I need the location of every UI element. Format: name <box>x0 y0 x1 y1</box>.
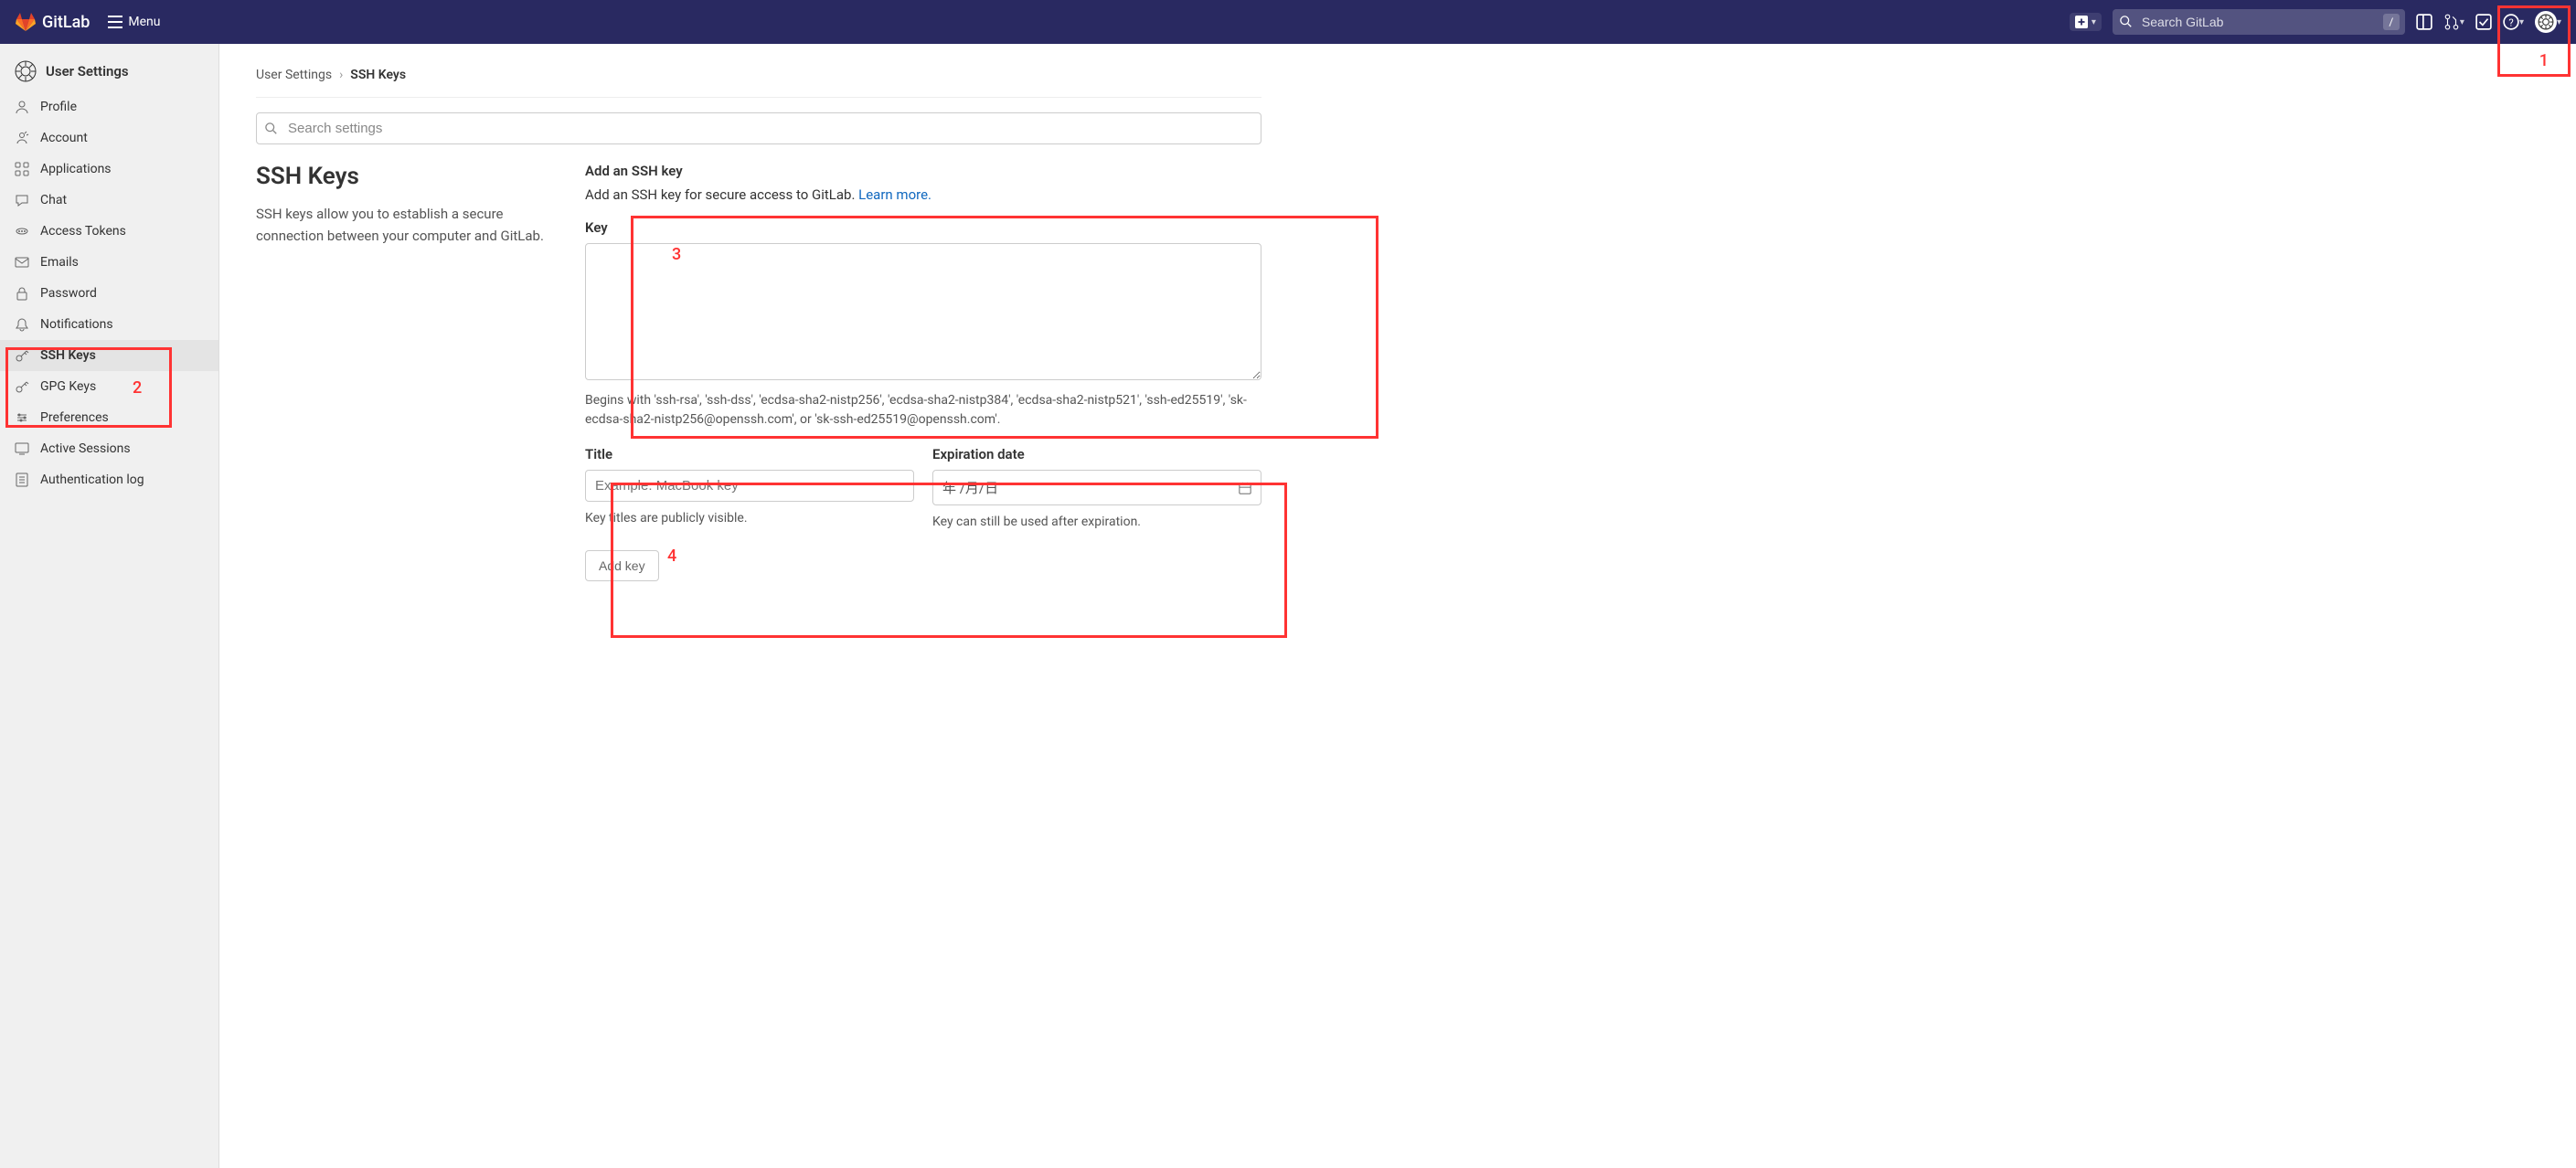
chevron-down-icon: ▾ <box>2519 17 2524 27</box>
key-textarea[interactable] <box>585 243 1261 380</box>
hamburger-icon <box>108 16 122 28</box>
sidebar-item-authentication-log[interactable]: Authentication log <box>0 464 218 495</box>
search-shortcut-badge: / <box>2383 14 2400 30</box>
title-field-label: Title <box>585 446 914 462</box>
key-icon <box>15 379 29 394</box>
sidebar-item-label: Chat <box>40 193 67 207</box>
sidebar-item-label: Authentication log <box>40 473 144 487</box>
breadcrumb-parent[interactable]: User Settings <box>256 68 332 82</box>
account-icon <box>15 131 29 145</box>
breadcrumb-current: SSH Keys <box>350 68 406 82</box>
create-new-dropdown[interactable]: ▾ <box>2070 13 2102 31</box>
apps-icon <box>15 162 29 176</box>
avatar <box>2535 11 2557 33</box>
top-header: GitLab Menu ▾ / ▾ ?▾ ▾ <box>0 0 2576 44</box>
sidebar: User Settings Profile Account Applications… <box>0 44 219 1168</box>
bell-icon <box>15 317 29 332</box>
help-icon[interactable]: ?▾ <box>2503 14 2524 30</box>
chat-icon <box>15 193 29 207</box>
sidebar-item-profile[interactable]: Profile <box>0 91 218 122</box>
sidebar-item-password[interactable]: Password <box>0 278 218 309</box>
page-title: SSH Keys <box>256 163 548 190</box>
sidebar-item-gpg-keys[interactable]: GPG Keys <box>0 371 218 402</box>
svg-text:?: ? <box>2508 17 2513 29</box>
add-key-subtitle: Add an SSH key for secure access to GitL… <box>585 186 1261 203</box>
sidebar-item-chat[interactable]: Chat <box>0 185 218 216</box>
log-icon <box>15 473 29 487</box>
token-icon <box>15 224 29 239</box>
sidebar-item-label: Password <box>40 286 97 301</box>
sidebar-item-notifications[interactable]: Notifications <box>0 309 218 340</box>
title-input[interactable] <box>585 470 914 502</box>
sidebar-item-label: Preferences <box>40 410 109 425</box>
key-help-text: Begins with 'ssh-rsa', 'ssh-dss', 'ecdsa… <box>585 391 1261 430</box>
user-avatar-menu[interactable]: ▾ <box>2535 11 2561 33</box>
expiration-field-label: Expiration date <box>932 446 1261 462</box>
sidebar-item-label: Access Tokens <box>40 224 126 239</box>
add-key-heading: Add an SSH key <box>585 163 1261 179</box>
issues-icon[interactable] <box>2416 14 2432 30</box>
key-icon <box>15 348 29 363</box>
sidebar-item-label: Account <box>40 131 88 145</box>
sidebar-item-emails[interactable]: Emails <box>0 247 218 278</box>
key-field-label: Key <box>585 219 1261 236</box>
sidebar-title: User Settings <box>0 51 218 91</box>
menu-button[interactable]: Menu <box>108 15 160 29</box>
email-icon <box>15 255 29 270</box>
sidebar-item-preferences[interactable]: Preferences <box>0 402 218 433</box>
todos-icon[interactable] <box>2475 14 2492 30</box>
chevron-down-icon: ▾ <box>2557 17 2561 27</box>
sidebar-item-label: Profile <box>40 100 77 114</box>
expiration-date-input[interactable]: 年 /月/日 <box>932 470 1261 505</box>
calendar-icon <box>1239 482 1251 494</box>
sidebar-item-label: Notifications <box>40 317 113 332</box>
chevron-down-icon: ▾ <box>2092 17 2096 27</box>
sidebar-item-account[interactable]: Account <box>0 122 218 154</box>
plus-icon <box>2075 16 2088 28</box>
chevron-down-icon: ▾ <box>2460 17 2464 27</box>
sidebar-item-ssh-keys[interactable]: SSH Keys <box>0 340 218 371</box>
search-icon <box>265 122 278 135</box>
settings-search-input[interactable] <box>256 112 1261 144</box>
sidebar-item-active-sessions[interactable]: Active Sessions <box>0 433 218 464</box>
gitlab-tanuki-icon <box>15 11 37 33</box>
identicon-icon <box>15 60 37 82</box>
title-help-text: Key titles are publicly visible. <box>585 509 914 528</box>
lock-icon <box>15 286 29 301</box>
sidebar-item-label: Emails <box>40 255 79 270</box>
pref-icon <box>15 410 29 425</box>
page-description: SSH keys allow you to establish a secure… <box>256 203 548 247</box>
breadcrumb-separator: › <box>339 68 343 82</box>
brand-logo[interactable]: GitLab <box>15 11 90 33</box>
main-content: User Settings › SSH Keys SSH Keys SSH ke… <box>219 44 1316 1168</box>
search-input[interactable] <box>2113 9 2405 35</box>
menu-label: Menu <box>128 15 160 29</box>
sidebar-item-label: Active Sessions <box>40 441 131 456</box>
brand-text: GitLab <box>42 13 90 32</box>
sidebar-item-access-tokens[interactable]: Access Tokens <box>0 216 218 247</box>
search-icon <box>2120 16 2133 28</box>
sidebar-item-label: Applications <box>40 162 112 176</box>
learn-more-link[interactable]: Learn more. <box>858 186 931 203</box>
expiration-help-text: Key can still be used after expiration. <box>932 513 1261 532</box>
sidebar-item-label: GPG Keys <box>40 379 96 394</box>
add-key-button[interactable]: Add key <box>585 550 659 581</box>
sidebar-item-label: SSH Keys <box>40 348 96 363</box>
global-search: / <box>2113 9 2405 35</box>
merge-requests-icon[interactable]: ▾ <box>2443 14 2464 30</box>
user-icon <box>15 100 29 114</box>
breadcrumb: User Settings › SSH Keys <box>256 58 1261 98</box>
sidebar-title-text: User Settings <box>46 63 129 80</box>
sidebar-item-applications[interactable]: Applications <box>0 154 218 185</box>
session-icon <box>15 441 29 456</box>
